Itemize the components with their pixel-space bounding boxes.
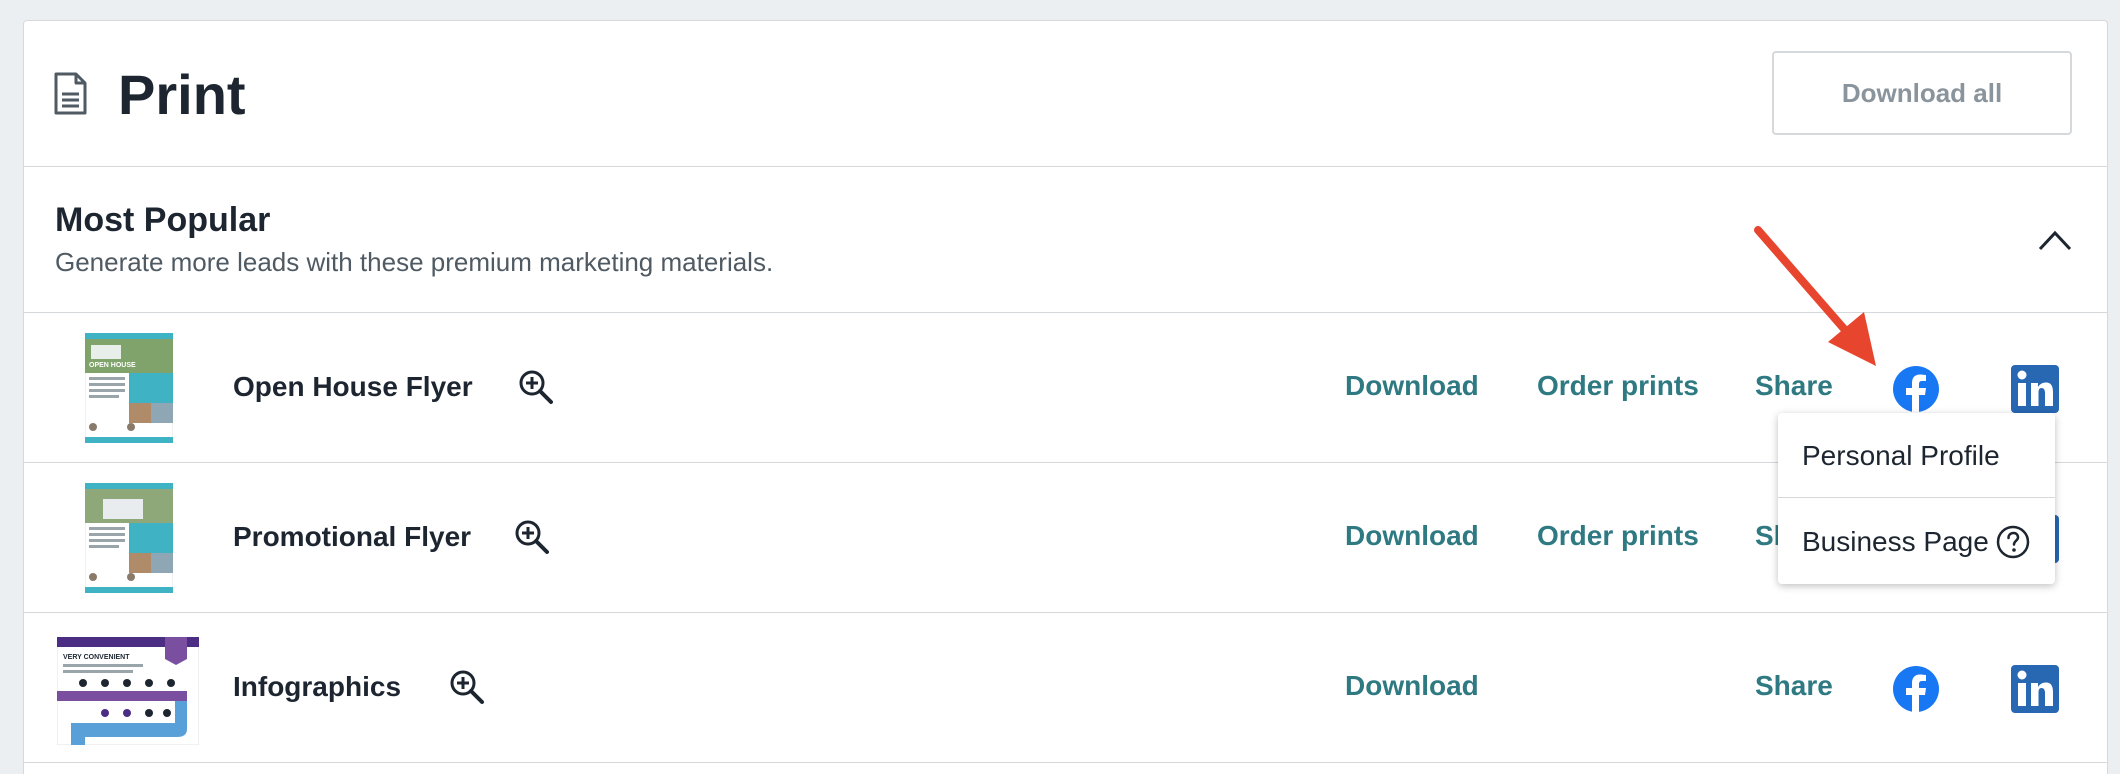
business-page-option[interactable]: Business Page [1778,499,2055,584]
download-link[interactable]: Download [1345,520,1479,552]
flyer-thumbnail[interactable] [85,483,173,593]
flyer-thumbnail[interactable]: OPEN HOUSE [85,333,173,443]
share-link[interactable]: Share [1755,670,1833,702]
print-card: Print Download all Most Popular Generate… [23,20,2108,774]
thumb-text: OPEN HOUSE [89,362,136,369]
order-prints-link[interactable]: Order prints [1537,520,1699,552]
thumb-text: VERY CONVENIENT [63,654,130,661]
facebook-icon[interactable] [1892,665,1940,713]
list-item: VERY CONVENIENT Infographics Download Sh… [24,613,2107,763]
business-page-label: Business Page [1802,526,1989,557]
document-icon [54,72,87,115]
download-all-button[interactable]: Download all [1772,51,2072,135]
item-name: Open House Flyer [233,371,473,402]
annotation-arrow-icon [1754,226,1876,366]
linkedin-icon[interactable] [2011,365,2059,413]
section-title: Most Popular [55,201,271,239]
order-prints-link[interactable]: Order prints [1537,370,1699,402]
item-name: Infographics [233,671,402,702]
facebook-icon[interactable] [1892,365,1940,413]
share-link[interactable]: Share [1755,370,1833,402]
download-link[interactable]: Download [1345,670,1479,702]
zoom-in-icon[interactable] [513,518,551,556]
section-subtitle: Generate more leads with these premium m… [55,247,774,277]
personal-profile-option[interactable]: Personal Profile [1778,413,2055,498]
page-title: Print [118,63,246,126]
facebook-share-dropdown: Personal Profile Business Page [1778,413,2055,584]
print-header: Print Download all [24,21,2107,167]
download-link[interactable]: Download [1345,370,1479,402]
chevron-up-icon[interactable] [2037,225,2073,253]
zoom-in-icon[interactable] [517,368,555,406]
linkedin-icon[interactable] [2011,665,2059,713]
help-icon[interactable] [1996,525,2030,559]
personal-profile-label: Personal Profile [1802,440,2000,471]
zoom-in-icon[interactable] [448,668,486,706]
item-name: Promotional Flyer [233,521,472,552]
infographic-thumbnail[interactable]: VERY CONVENIENT [57,637,199,745]
